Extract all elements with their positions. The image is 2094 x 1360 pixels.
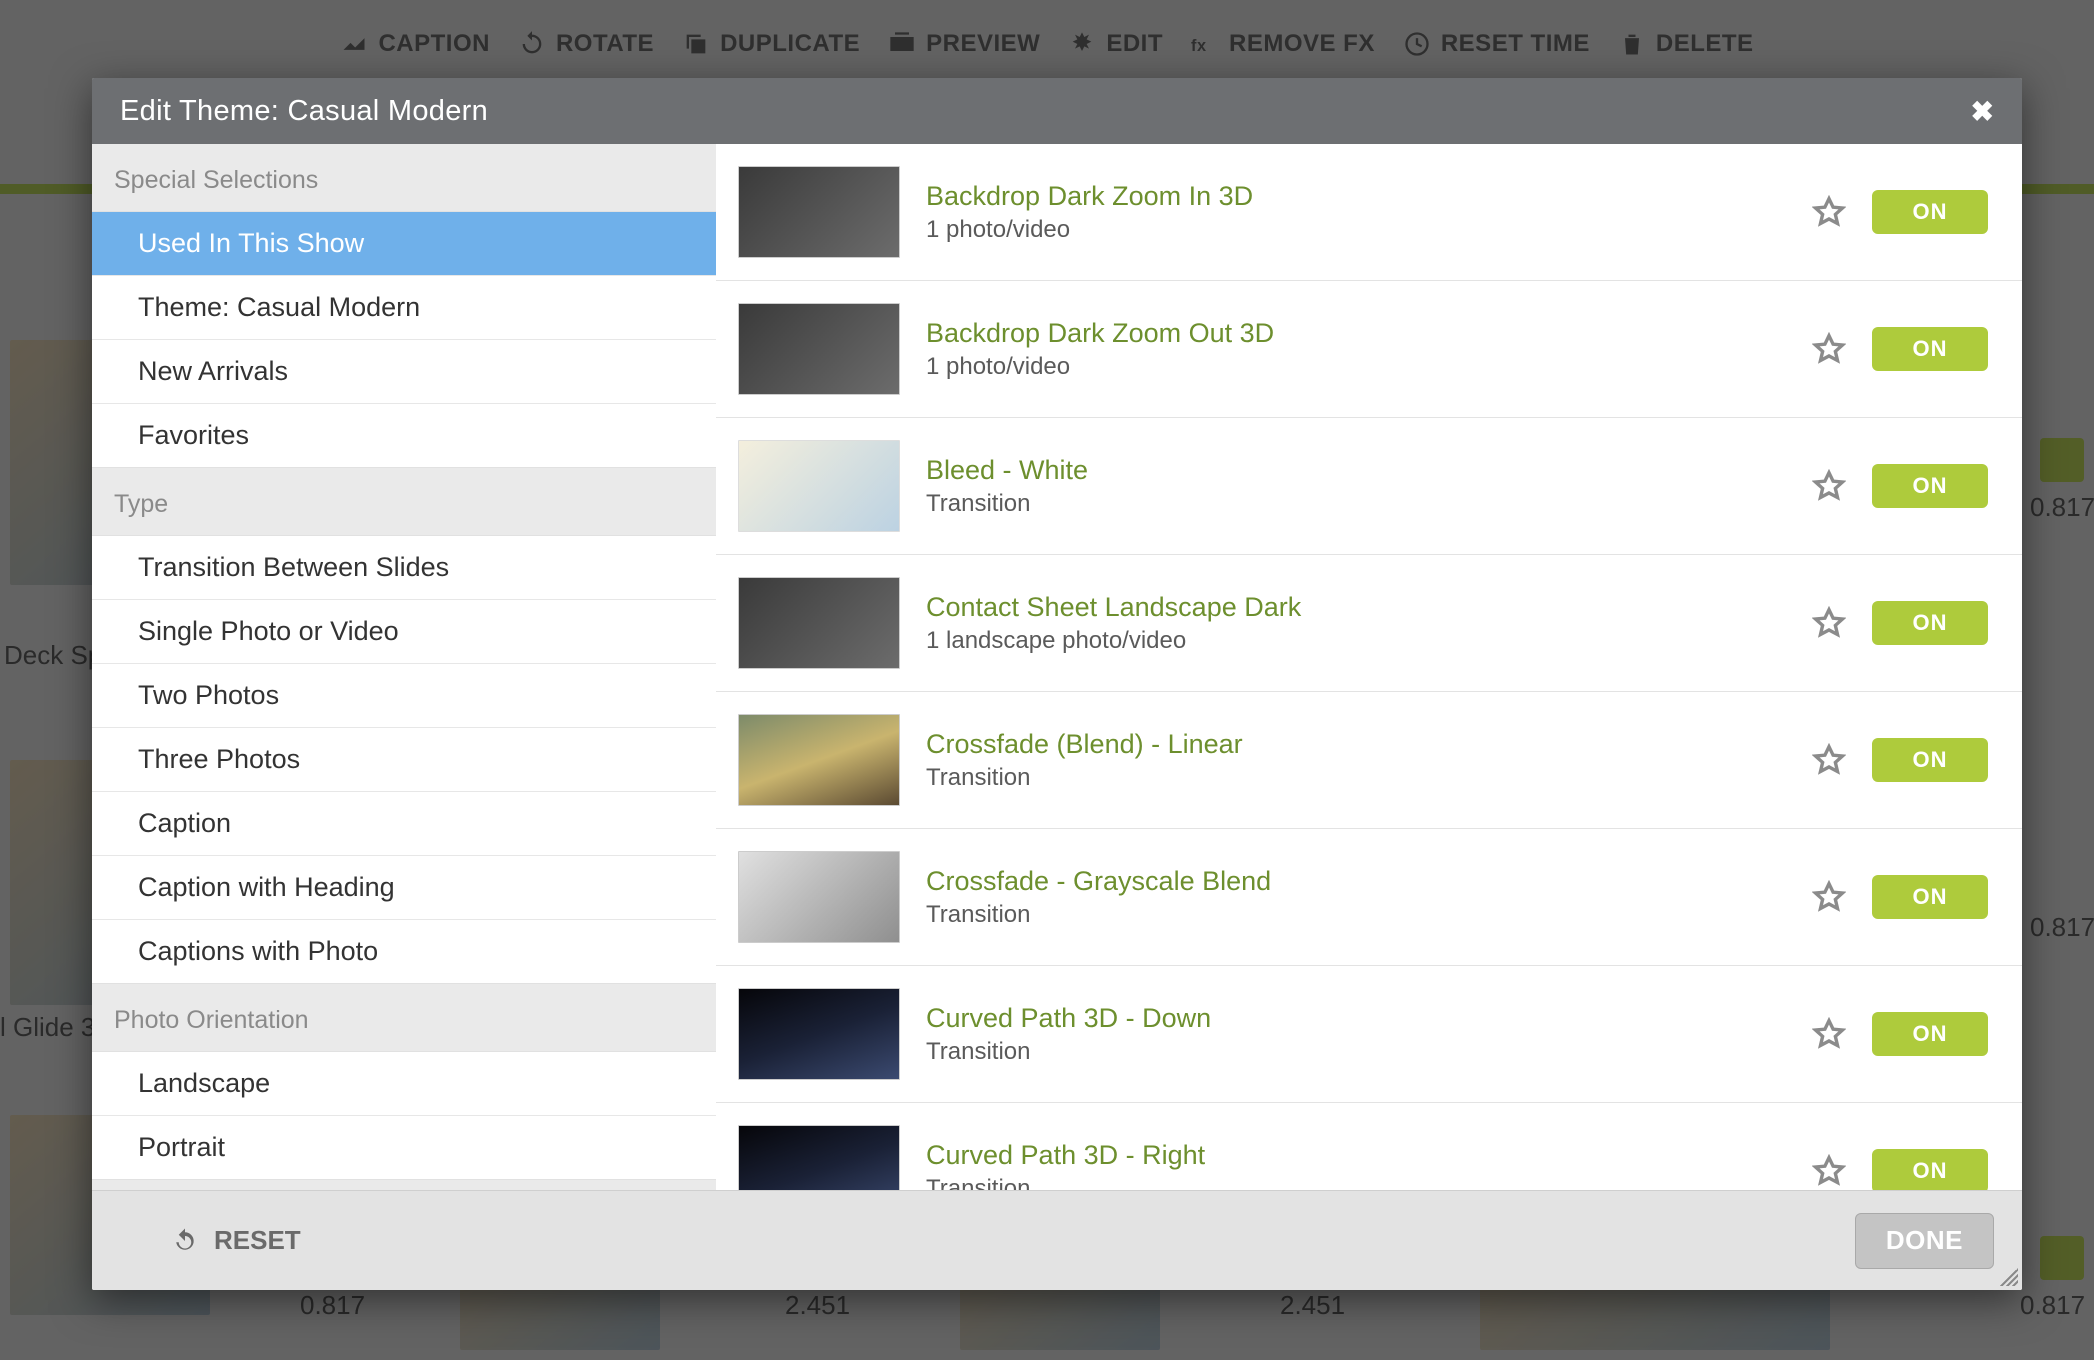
effect-title: Curved Path 3D - Right — [926, 1140, 1786, 1171]
effect-title: Bleed - White — [926, 455, 1786, 486]
star-icon[interactable] — [1812, 606, 1846, 640]
sidebar-heading: Type — [92, 468, 716, 535]
effect-subtitle: Transition — [926, 1038, 1786, 1066]
reset-icon — [170, 1226, 200, 1256]
effect-thumbnail — [738, 1125, 900, 1190]
sidebar-item[interactable]: Captions with Photo — [92, 920, 716, 983]
effect-thumbnail — [738, 988, 900, 1080]
reset-label: RESET — [214, 1225, 301, 1256]
effect-text: Crossfade - Grayscale Blend Transition — [926, 866, 1786, 929]
sidebar-item[interactable]: Single Photo or Video — [92, 600, 716, 664]
effect-text: Curved Path 3D - Right Transition — [926, 1140, 1786, 1191]
effect-row[interactable]: Curved Path 3D - Down Transition ON — [716, 966, 2022, 1103]
sidebar[interactable]: Special SelectionsUsed In This ShowTheme… — [92, 144, 716, 1190]
star-icon[interactable] — [1812, 1017, 1846, 1051]
effect-title: Crossfade - Grayscale Blend — [926, 866, 1786, 897]
sidebar-item[interactable]: Landscape — [92, 1052, 716, 1116]
effect-text: Backdrop Dark Zoom Out 3D 1 photo/video — [926, 318, 1786, 381]
effect-thumbnail — [738, 440, 900, 532]
star-icon[interactable] — [1812, 332, 1846, 366]
close-icon[interactable]: ✖ — [1971, 95, 1994, 128]
effect-text: Bleed - White Transition — [926, 455, 1786, 518]
modal-header: Edit Theme: Casual Modern ✖ — [92, 78, 2022, 144]
effect-text: Backdrop Dark Zoom In 3D 1 photo/video — [926, 181, 1786, 244]
effect-title: Backdrop Dark Zoom In 3D — [926, 181, 1786, 212]
star-icon[interactable] — [1812, 880, 1846, 914]
toggle-on-button[interactable]: ON — [1872, 327, 1988, 371]
effect-thumbnail — [738, 851, 900, 943]
effect-row[interactable]: Crossfade - Grayscale Blend Transition ON — [716, 829, 2022, 966]
toggle-on-button[interactable]: ON — [1872, 601, 1988, 645]
toggle-on-button[interactable]: ON — [1872, 738, 1988, 782]
resize-grip[interactable] — [1998, 1266, 2018, 1286]
sidebar-item[interactable]: Three Photos — [92, 728, 716, 792]
effect-subtitle: 1 photo/video — [926, 353, 1786, 381]
modal-title: Edit Theme: Casual Modern — [120, 95, 488, 128]
sidebar-group: LandscapePortrait — [92, 1051, 716, 1180]
effects-list[interactable]: Backdrop Dark Zoom In 3D1 photo/videoONB… — [716, 144, 2022, 1190]
effect-row[interactable]: Bleed - White Transition ON — [716, 418, 2022, 555]
sidebar-item[interactable]: Two Photos — [92, 664, 716, 728]
sidebar-group: Used In This ShowTheme: Casual ModernNew… — [92, 211, 716, 468]
effect-title: Crossfade (Blend) - Linear — [926, 729, 1786, 760]
sidebar-item[interactable]: Caption with Heading — [92, 856, 716, 920]
effect-thumbnail — [738, 303, 900, 395]
effect-text: Curved Path 3D - Down Transition — [926, 1003, 1786, 1066]
effect-row[interactable]: Curved Path 3D - Right Transition ON — [716, 1103, 2022, 1190]
effect-text: Contact Sheet Landscape Dark 1 landscape … — [926, 592, 1786, 655]
done-button[interactable]: DONE — [1855, 1213, 1994, 1269]
sidebar-heading: Photo Orientation — [92, 984, 716, 1051]
effect-row[interactable]: Backdrop Dark Zoom Out 3D 1 photo/video ON — [716, 281, 2022, 418]
effect-title: Curved Path 3D - Down — [926, 1003, 1786, 1034]
effect-subtitle: Transition — [926, 764, 1786, 792]
effect-subtitle: Transition — [926, 490, 1786, 518]
sidebar-item[interactable]: New Arrivals — [92, 340, 716, 404]
star-icon[interactable] — [1812, 1154, 1846, 1188]
effect-title: Contact Sheet Landscape Dark — [926, 592, 1786, 623]
effect-subtitle: 1 landscape photo/video — [926, 627, 1786, 655]
edit-theme-modal: Edit Theme: Casual Modern ✖ Special Sele… — [92, 78, 2022, 1290]
sidebar-item[interactable]: Caption — [92, 792, 716, 856]
toggle-on-button[interactable]: ON — [1872, 464, 1988, 508]
sidebar-item[interactable]: Theme: Casual Modern — [92, 276, 716, 340]
toggle-on-button[interactable]: ON — [1872, 1012, 1988, 1056]
modal-footer: RESET DONE — [92, 1190, 2022, 1290]
star-icon[interactable] — [1812, 743, 1846, 777]
sidebar-item[interactable]: Transition Between Slides — [92, 536, 716, 600]
star-icon[interactable] — [1812, 469, 1846, 503]
toggle-on-button[interactable]: ON — [1872, 190, 1988, 234]
effect-title: Backdrop Dark Zoom Out 3D — [926, 318, 1786, 349]
reset-button[interactable]: RESET — [120, 1225, 301, 1256]
toggle-on-button[interactable]: ON — [1872, 875, 1988, 919]
modal-body: Special SelectionsUsed In This ShowTheme… — [92, 144, 2022, 1190]
effect-subtitle: Transition — [926, 1175, 1786, 1191]
sidebar-item[interactable]: Portrait — [92, 1116, 716, 1179]
effect-subtitle: 1 photo/video — [926, 216, 1786, 244]
effect-thumbnail — [738, 714, 900, 806]
sidebar-group: Transition Between SlidesSingle Photo or… — [92, 535, 716, 984]
sidebar-item[interactable]: Used In This Show — [92, 212, 716, 276]
toggle-on-button[interactable]: ON — [1872, 1149, 1988, 1190]
sidebar-item[interactable]: Favorites — [92, 404, 716, 467]
effect-row[interactable]: Contact Sheet Landscape Dark 1 landscape … — [716, 555, 2022, 692]
effect-row[interactable]: Crossfade (Blend) - Linear Transition ON — [716, 692, 2022, 829]
effect-row[interactable]: Backdrop Dark Zoom In 3D 1 photo/video ON — [716, 144, 2022, 281]
effect-thumbnail — [738, 577, 900, 669]
star-icon[interactable] — [1812, 195, 1846, 229]
effect-subtitle: Transition — [926, 901, 1786, 929]
effect-thumbnail — [738, 166, 900, 258]
effect-text: Crossfade (Blend) - Linear Transition — [926, 729, 1786, 792]
sidebar-heading: Special Selections — [92, 144, 716, 211]
